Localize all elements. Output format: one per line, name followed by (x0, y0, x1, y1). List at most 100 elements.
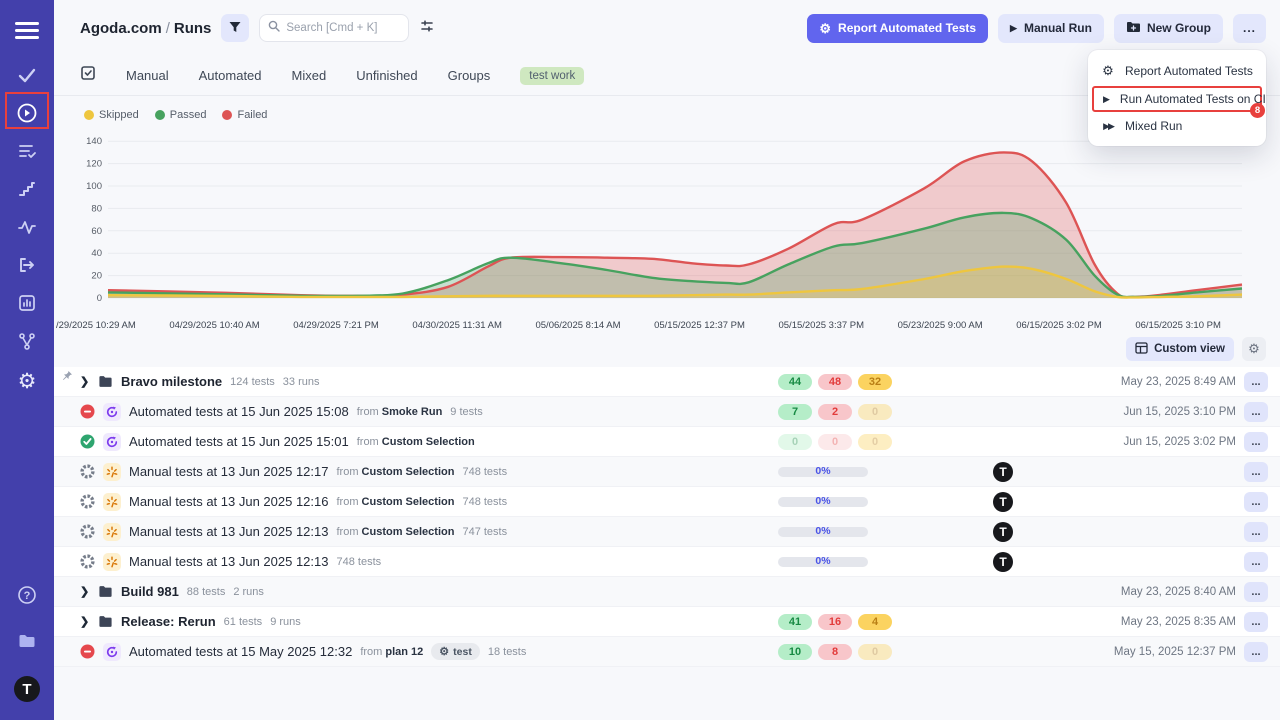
view-settings-button[interactable]: ⚙ (1242, 337, 1266, 361)
filter-button[interactable] (221, 14, 249, 42)
tests-count: 748 tests (462, 496, 507, 508)
row-title[interactable]: Release: Rerun (121, 614, 216, 629)
row-title[interactable]: Manual tests at 13 Jun 2025 12:16 (129, 494, 328, 509)
docs-button[interactable] (8, 624, 46, 662)
gear-icon: ⚙ (1101, 63, 1115, 79)
tab-automated[interactable]: Automated (199, 68, 262, 83)
row-title[interactable]: Bravo milestone (121, 374, 222, 389)
run-row[interactable]: Manual tests at 13 Jun 2025 12:13from Cu… (54, 517, 1280, 547)
run-row[interactable]: Automated tests at 15 Jun 2025 15:01 from… (54, 427, 1280, 457)
sidebar-item-runs[interactable] (8, 96, 46, 134)
tab-unfinished[interactable]: Unfinished (356, 68, 417, 83)
gear-icon: ⚙ (1248, 341, 1260, 356)
row-menu-button[interactable]: ... (1244, 642, 1268, 662)
row-date: May 23, 2025 8:49 AM (1088, 376, 1236, 388)
folder-icon (98, 614, 113, 629)
menu-item-mixed-run[interactable]: ▶▶ Mixed Run (1088, 113, 1266, 139)
row-menu-button[interactable]: ... (1244, 432, 1268, 452)
tag-badge-test-work[interactable]: test work (520, 67, 584, 85)
svg-text:?: ? (24, 590, 31, 602)
run-row[interactable]: Manual tests at 13 Jun 2025 12:13 748 tes… (54, 547, 1280, 577)
row-title[interactable]: Automated tests at 15 May 2025 12:32 (129, 644, 352, 659)
assignee-avatar[interactable]: T (993, 462, 1013, 482)
sidebar-item-tests[interactable] (8, 58, 46, 96)
chevron-right-icon[interactable]: ❯ (80, 585, 90, 598)
sidebar-item-settings[interactable]: ⚙ (8, 362, 46, 400)
sidebar-item-steps[interactable] (8, 172, 46, 210)
menu-item-report-automated-tests[interactable]: ⚙ Report Automated Tests (1088, 57, 1266, 85)
row-title[interactable]: Build 981 (121, 584, 179, 599)
run-row[interactable]: Manual tests at 13 Jun 2025 12:17from Cu… (54, 457, 1280, 487)
legend-skipped[interactable]: Skipped (84, 109, 139, 121)
result-badges: 41164 (778, 614, 918, 630)
more-actions-button[interactable]: ... (1233, 14, 1266, 43)
testomat-logo-icon: T (14, 676, 40, 702)
assignee-avatar[interactable]: T (993, 492, 1013, 512)
hamburger-menu-icon[interactable] (15, 18, 39, 43)
automated-run-icon (103, 433, 121, 451)
row-menu-button[interactable]: ... (1244, 552, 1268, 572)
sidebar-item-branches[interactable] (8, 324, 46, 362)
legend-failed[interactable]: Failed (222, 109, 267, 121)
milestone-row[interactable]: ❯Bravo milestone124 tests33 runs444832Ma… (54, 367, 1280, 397)
custom-view-button[interactable]: Custom view (1126, 337, 1234, 361)
row-menu-button[interactable]: ... (1244, 492, 1268, 512)
row-menu-button[interactable]: ... (1244, 462, 1268, 482)
row-title[interactable]: Automated tests at 15 Jun 2025 15:01 (129, 434, 349, 449)
report-automated-tests-button[interactable]: ⚙ Report Automated Tests (807, 14, 988, 43)
row-tag[interactable]: ⚙test (431, 643, 480, 660)
row-menu-button[interactable]: ... (1244, 582, 1268, 602)
tests-count: 748 tests (462, 466, 507, 478)
run-row[interactable]: Manual tests at 13 Jun 2025 12:16from Cu… (54, 487, 1280, 517)
tab-groups[interactable]: Groups (448, 68, 491, 83)
tab-manual[interactable]: Manual (126, 68, 169, 83)
sidebar-item-import[interactable] (8, 248, 46, 286)
breadcrumb-project[interactable]: Agoda.com (80, 20, 162, 37)
row-title[interactable]: Manual tests at 13 Jun 2025 12:17 (129, 464, 328, 479)
row-main: ❯Build 98188 tests2 runs (80, 584, 778, 599)
assignee-avatar[interactable]: T (993, 552, 1013, 572)
chevron-right-icon[interactable]: ❯ (80, 615, 90, 628)
legend-passed[interactable]: Passed (155, 109, 207, 121)
milestone-row[interactable]: ❯Build 98188 tests2 runsMay 23, 2025 8:4… (54, 577, 1280, 607)
run-row[interactable]: Automated tests at 15 May 2025 12:32from… (54, 637, 1280, 667)
row-title[interactable]: Manual tests at 13 Jun 2025 12:13 (129, 524, 328, 539)
milestone-row[interactable]: ❯Release: Rerun61 tests9 runs41164May 23… (54, 607, 1280, 637)
count-badge: 16 (818, 614, 852, 630)
assignee-avatar[interactable]: T (993, 522, 1013, 542)
skipped-dot-icon (84, 110, 94, 120)
sidebar-item-activity[interactable] (8, 210, 46, 248)
row-menu-button[interactable]: ... (1244, 522, 1268, 542)
manual-run-button[interactable]: ▶ Manual Run (998, 14, 1104, 43)
row-title[interactable]: Automated tests at 15 Jun 2025 15:08 (129, 404, 349, 419)
row-menu-button[interactable]: ... (1244, 612, 1268, 632)
count-badge: 10 (778, 644, 812, 660)
row-menu-button[interactable]: ... (1244, 372, 1268, 392)
row-menu-button[interactable]: ... (1244, 402, 1268, 422)
count-badge: 32 (858, 374, 892, 390)
tests-count: 748 tests (336, 556, 381, 568)
progress-label: 0% (778, 495, 868, 507)
result-badges: 0% (778, 526, 918, 537)
row-from: from Custom Selection (357, 436, 475, 448)
sidebar-item-plans[interactable] (8, 134, 46, 172)
count-badge: 48 (818, 374, 852, 390)
x-tick-label: 05/15/2025 12:37 PM (654, 320, 745, 331)
new-group-button[interactable]: New Group (1114, 14, 1223, 43)
annotation-box-run-ci: ▶ Run Automated Tests on CI 8 (1092, 86, 1262, 112)
view-toolbar: Custom view ⚙ (54, 331, 1280, 367)
sidebar-item-analytics[interactable] (8, 286, 46, 324)
run-row[interactable]: Automated tests at 15 Jun 2025 15:08from… (54, 397, 1280, 427)
menu-item-run-automated-tests-on-ci[interactable]: ▶ Run Automated Tests on CI (1094, 88, 1260, 110)
tests-count: 747 tests (462, 526, 507, 538)
select-all-icon[interactable] (80, 65, 96, 86)
row-title[interactable]: Manual tests at 13 Jun 2025 12:13 (129, 554, 328, 569)
help-button[interactable]: ? (8, 578, 46, 616)
chevron-right-icon[interactable]: ❯ (80, 375, 90, 388)
x-tick-label: 06/15/2025 3:10 PM (1135, 320, 1221, 331)
tab-mixed[interactable]: Mixed (292, 68, 327, 83)
app-logo[interactable]: T (8, 670, 46, 708)
search-input[interactable] (286, 22, 396, 34)
svg-text:20: 20 (91, 271, 102, 282)
sliders-icon[interactable] (419, 18, 435, 39)
